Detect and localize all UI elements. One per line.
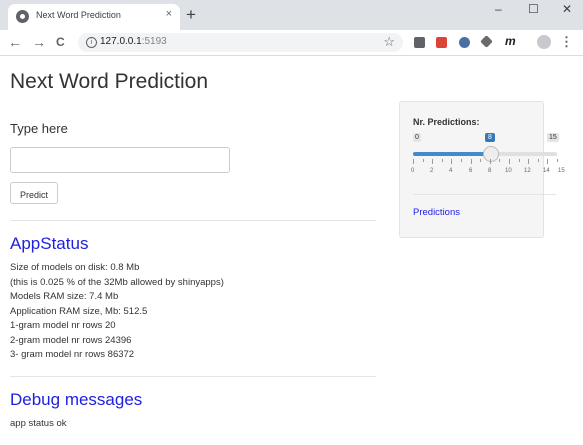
status-line: Application RAM size, Mb: 512.5 — [10, 305, 148, 317]
slider-tick — [490, 159, 491, 164]
slider-tick — [557, 159, 558, 162]
debug-message: app status ok — [10, 418, 67, 429]
extension-drive-icon[interactable] — [480, 35, 493, 48]
status-line: 3- gram model nr rows 86372 — [10, 349, 135, 360]
status-line: (this is 0.025 % of the 32Mb allowed by … — [10, 276, 224, 288]
extension-pdf-icon[interactable] — [436, 37, 447, 48]
slider-tick — [519, 159, 520, 162]
appstatus-heading: AppStatus — [10, 234, 89, 253]
extension-puzzle-icon[interactable] — [459, 37, 470, 48]
input-label: Type here — [10, 121, 68, 136]
slider-max-label: 15 — [547, 133, 559, 142]
slider-tick — [451, 159, 452, 164]
slider-ticks — [413, 159, 558, 165]
new-tab-button[interactable]: + — [186, 5, 196, 25]
slider-tick — [480, 159, 481, 162]
slider-tick-label: 12 — [524, 168, 531, 174]
forward-icon[interactable]: → — [32, 34, 46, 50]
slider-tick-label: 10 — [505, 168, 512, 174]
status-line: Models RAM size: 7.4 Mb — [10, 291, 119, 302]
panel-divider — [413, 194, 556, 195]
slider-tick — [499, 159, 500, 162]
slider-tick — [528, 159, 529, 164]
slider-tick-label: 4 — [449, 168, 453, 174]
reload-icon[interactable]: C — [56, 34, 65, 50]
slider-tick-label: 14 — [543, 168, 550, 174]
status-line: 1-gram model nr rows 20 — [10, 320, 116, 331]
slider-min-label: 0 — [413, 133, 421, 142]
window-close-icon[interactable]: ✕ — [562, 2, 572, 16]
info-icon[interactable]: i — [86, 37, 97, 48]
slider-value-badge: 8 — [485, 133, 495, 142]
slider-tick — [432, 159, 433, 164]
url-text: 127.0.0.1:5193 — [100, 36, 167, 47]
slider-fill — [413, 152, 490, 156]
slider-tick-label: 8 — [488, 168, 492, 174]
slider-tick-label: 2 — [430, 168, 434, 174]
slider-tick-label: 6 — [469, 168, 473, 174]
slider-tick — [538, 159, 539, 162]
status-lines: Size of models on disk: 0.8 Mb (this is … — [10, 261, 224, 363]
status-line: 2-gram model nr rows 24396 — [10, 334, 132, 346]
divider — [10, 376, 376, 377]
debug-heading: Debug messages — [10, 390, 143, 409]
tab-strip: Next Word Prediction × + – ☐ ✕ — [0, 0, 583, 30]
slider-track[interactable] — [413, 146, 557, 162]
profile-avatar-icon[interactable] — [537, 35, 551, 49]
slider-tick — [471, 159, 472, 164]
back-icon[interactable]: ← — [8, 34, 22, 50]
slider-tick — [413, 159, 414, 164]
browser-toolbar: ← → C i 127.0.0.1:5193 ☆ m ⋮ — [0, 30, 583, 56]
slider-tick — [423, 159, 424, 162]
page-content: Next Word Prediction Type here Predict A… — [0, 56, 583, 445]
extension-m-icon[interactable]: m — [505, 34, 516, 48]
slider-tick — [442, 159, 443, 162]
slider-tick — [547, 159, 548, 164]
slider-tick-label: 0 — [411, 168, 415, 174]
address-bar[interactable]: i 127.0.0.1:5193 ☆ — [78, 33, 403, 52]
page-title: Next Word Prediction — [10, 70, 209, 93]
menu-icon[interactable]: ⋮ — [560, 34, 573, 50]
predictions-link[interactable]: Predictions — [413, 207, 460, 218]
minimize-icon[interactable]: – — [495, 2, 502, 16]
extension-save-icon[interactable] — [414, 37, 425, 48]
status-line: Size of models on disk: 0.8 Mb — [10, 262, 140, 273]
slider-tick — [461, 159, 462, 162]
divider — [10, 220, 376, 221]
bookmark-star-icon[interactable]: ☆ — [383, 34, 395, 50]
slider-tick — [509, 159, 510, 164]
maximize-icon[interactable]: ☐ — [528, 2, 539, 16]
close-tab-icon[interactable]: × — [166, 8, 172, 20]
slider-label: Nr. Predictions: — [413, 117, 480, 127]
text-input[interactable] — [10, 147, 230, 173]
globe-icon — [16, 10, 29, 23]
tab-title: Next Word Prediction — [36, 10, 121, 20]
sidebar-panel: Nr. Predictions: 0 15 8 0 2 4 6 8 10 12 14 15 Pr… — [399, 101, 565, 238]
slider-tick-label: 15 — [558, 168, 565, 174]
browser-tab[interactable]: Next Word Prediction × — [8, 4, 180, 30]
predict-button[interactable]: Predict — [10, 182, 58, 204]
